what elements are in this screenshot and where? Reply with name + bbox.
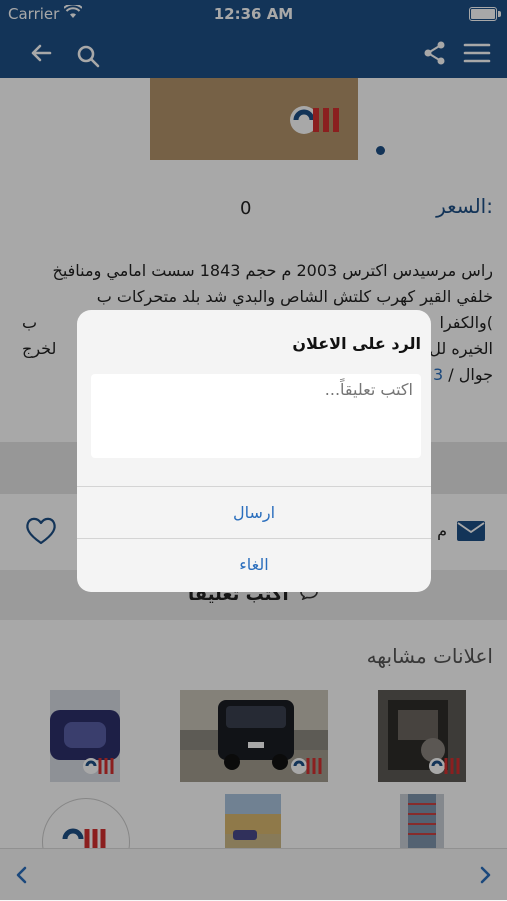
reply-dialog: الرد على الاعلان ارسال الغاء [77,310,431,592]
dialog-title: الرد على الاعلان [292,334,421,353]
cancel-button[interactable]: الغاء [77,538,431,591]
send-button[interactable]: ارسال [77,486,431,539]
comment-input[interactable] [91,374,421,458]
